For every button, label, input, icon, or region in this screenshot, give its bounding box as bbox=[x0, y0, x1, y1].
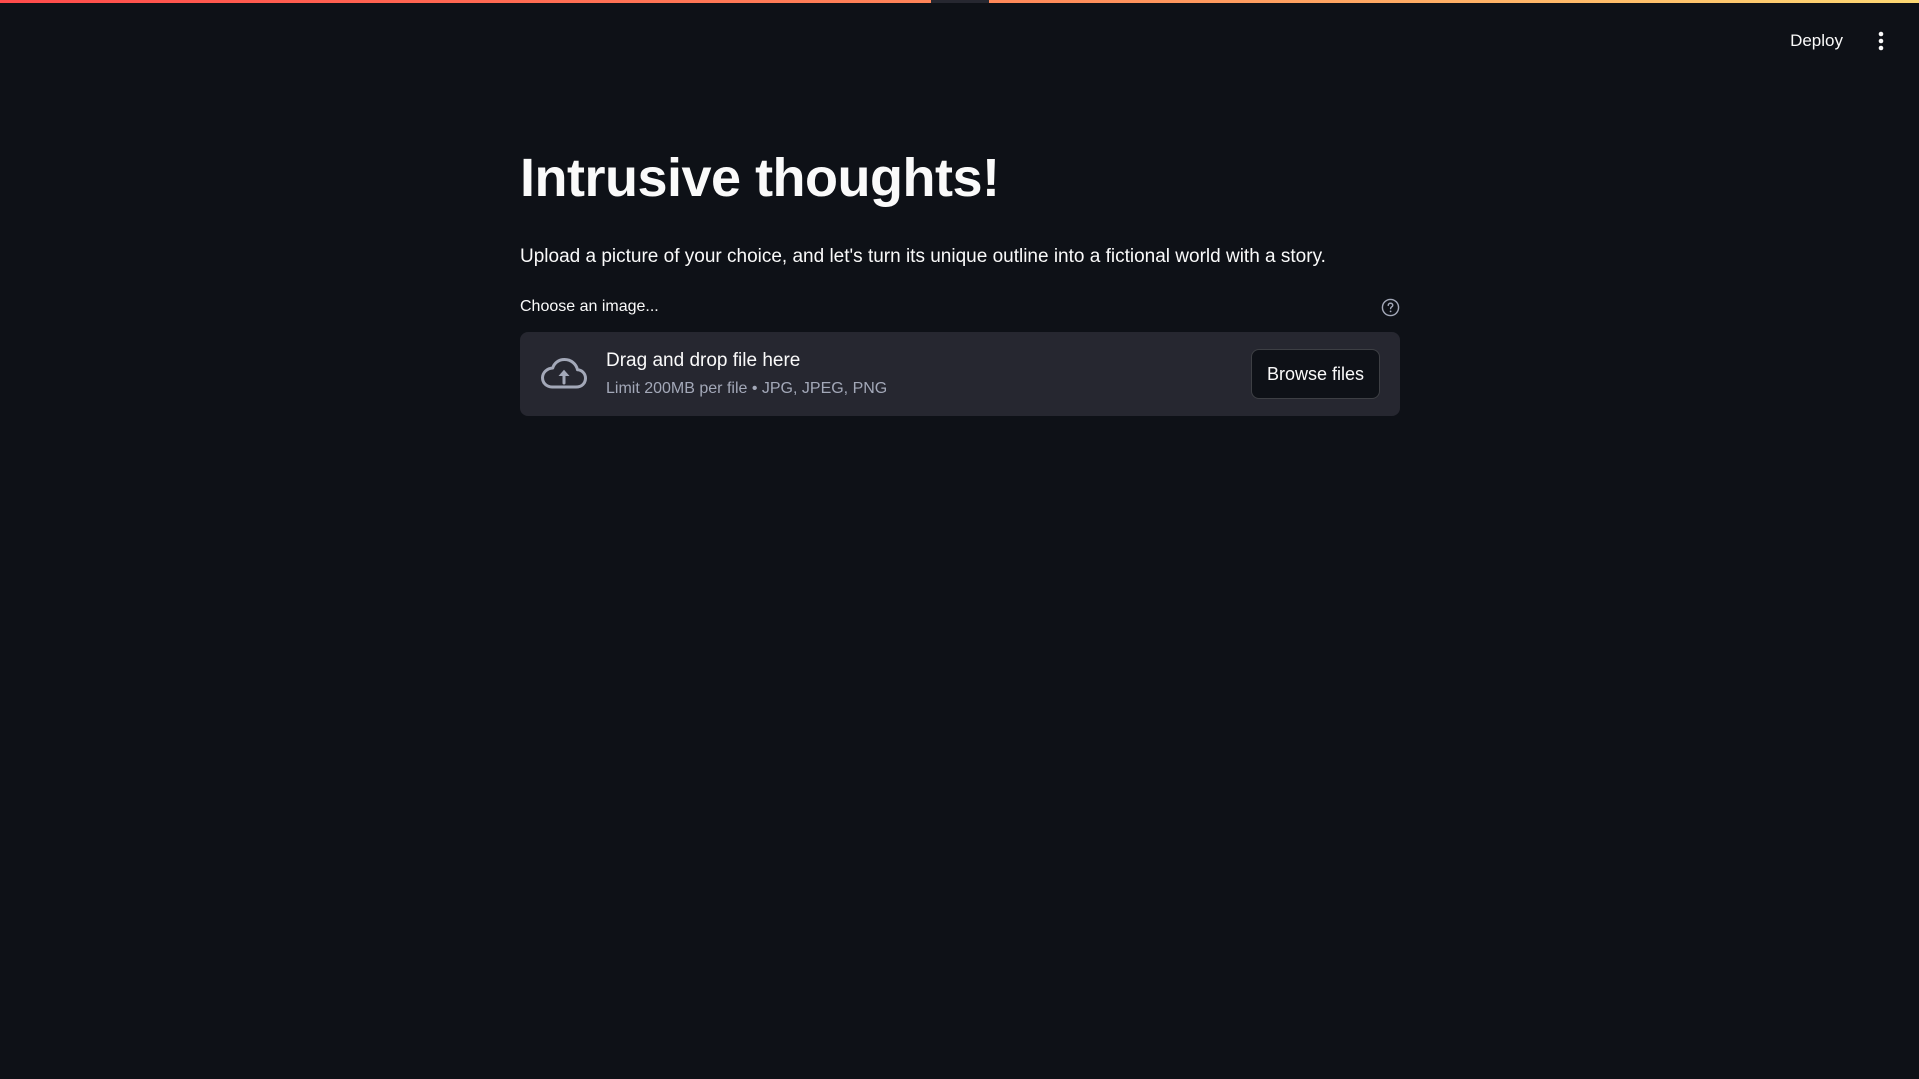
help-button[interactable] bbox=[1380, 297, 1400, 317]
file-dropzone[interactable]: Drag and drop file here Limit 200MB per … bbox=[520, 332, 1400, 416]
deploy-button-label: Deploy bbox=[1790, 31, 1843, 50]
upload-icon-wrapper bbox=[540, 350, 588, 398]
page-title: Intrusive thoughts! bbox=[520, 148, 1000, 208]
page-subtitle: Upload a picture of your choice, and let… bbox=[520, 246, 1326, 267]
browse-files-button[interactable]: Browse files bbox=[1250, 349, 1380, 399]
dropzone-title: Drag and drop file here bbox=[606, 350, 801, 371]
cloud-upload-icon bbox=[541, 358, 587, 389]
vertical-dots-icon bbox=[1878, 31, 1884, 51]
dropzone-text: Drag and drop file here Limit 200MB per … bbox=[606, 348, 1251, 400]
app-header: Deploy bbox=[0, 3, 1919, 73]
dropzone-limit-hint: Limit 200MB per file • JPG, JPEG, PNG bbox=[606, 380, 888, 397]
deploy-button[interactable]: Deploy bbox=[1778, 23, 1855, 59]
main-content: Intrusive thoughts! Upload a picture of … bbox=[520, 140, 1400, 416]
main-menu-button[interactable] bbox=[1863, 23, 1899, 59]
uploader-label-row: Choose an image... bbox=[520, 294, 1400, 320]
image-file-uploader: Choose an image... Drag and drop file he… bbox=[520, 294, 1400, 416]
uploader-label: Choose an image... bbox=[520, 298, 659, 315]
question-circle-icon bbox=[1381, 298, 1399, 316]
